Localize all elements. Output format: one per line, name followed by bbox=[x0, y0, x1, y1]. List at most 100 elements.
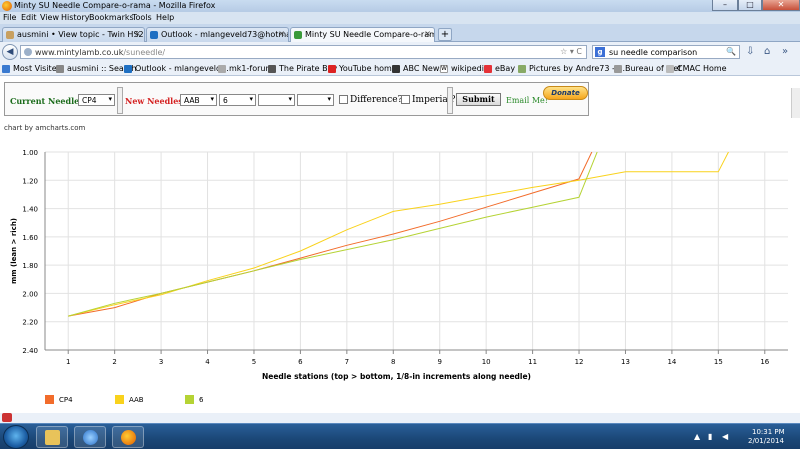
firefox-icon bbox=[2, 1, 12, 11]
url-bar[interactable]: www.mintylamb.co.uk/suneedle/ ☆ ▾ C bbox=[20, 45, 587, 59]
taskbar-explorer[interactable] bbox=[36, 426, 68, 448]
new-needles-label: New Needles: bbox=[125, 96, 186, 106]
bookmark-outlook[interactable]: Outlook - mlangeveld... bbox=[124, 64, 229, 73]
difference-label: Difference? bbox=[350, 95, 403, 105]
bookmark-abc-news[interactable]: ABC News bbox=[392, 64, 444, 73]
x-tick-label: 14 bbox=[667, 358, 676, 366]
series-line-aab bbox=[68, 152, 730, 317]
minimize-button[interactable]: – bbox=[712, 0, 738, 11]
folder-icon bbox=[45, 430, 60, 445]
menu-view[interactable]: View bbox=[40, 13, 59, 22]
maximize-button[interactable]: □ bbox=[738, 0, 762, 11]
x-tick-label: 4 bbox=[205, 358, 210, 366]
x-tick-label: 9 bbox=[437, 358, 441, 366]
url-bar-controls[interactable]: ☆ ▾ C bbox=[560, 47, 582, 56]
x-tick-label: 8 bbox=[391, 358, 395, 366]
bookmark-cmac[interactable]: CMAC Home bbox=[666, 64, 727, 73]
new-needle-3-select[interactable]: ▾ bbox=[258, 94, 295, 106]
bookmark-most-visited[interactable]: Most Visited bbox=[2, 64, 62, 73]
current-needle-label: Current Needle: bbox=[10, 96, 83, 106]
new-needle-4-select[interactable]: ▾ bbox=[297, 94, 334, 106]
submit-button[interactable]: Submit bbox=[456, 93, 501, 106]
x-tick-label: 1 bbox=[66, 358, 70, 366]
download-icon[interactable]: ⇩ bbox=[746, 46, 754, 57]
y-tick-label: 1.40 bbox=[22, 206, 38, 214]
tab-label: Minty SU Needle Compare-o-rama bbox=[305, 30, 435, 39]
menu-edit[interactable]: Edit bbox=[21, 13, 37, 22]
tab-ausmini[interactable]: ausmini • View topic - Twin HS2 1.5" ...… bbox=[2, 27, 145, 42]
current-needle-select[interactable]: CP4 ▾ bbox=[78, 94, 115, 106]
y-tick-label: 1.60 bbox=[22, 234, 38, 242]
bookmark-pictures[interactable]: Pictures by Andre73 - ... bbox=[518, 64, 625, 73]
scrollbar[interactable] bbox=[791, 88, 800, 118]
network-icon[interactable]: ▮ bbox=[708, 432, 716, 441]
tab-close-icon[interactable]: × bbox=[134, 29, 141, 38]
legend-label: 6 bbox=[199, 396, 204, 404]
close-button[interactable]: ✕ bbox=[762, 0, 800, 11]
search-input[interactable]: g su needle comparison 🔍 bbox=[592, 45, 740, 59]
tab-minty[interactable]: Minty SU Needle Compare-o-rama × bbox=[290, 27, 435, 43]
globe-icon bbox=[24, 48, 32, 56]
volume-icon[interactable]: ◀ bbox=[722, 432, 730, 441]
google-icon[interactable]: g bbox=[595, 47, 605, 57]
taskbar-itunes[interactable] bbox=[74, 426, 106, 448]
bookmark-mk1-forum[interactable]: mk1-forum bbox=[218, 64, 273, 73]
tab-outlook[interactable]: Outlook - mlangeveld73@hotmail.com × bbox=[146, 27, 289, 42]
chevron-down-icon: ▾ bbox=[108, 95, 112, 103]
tab-close-icon[interactable]: × bbox=[278, 29, 285, 38]
bookmark-pirate-bay[interactable]: The Pirate Bay bbox=[268, 64, 337, 73]
overflow-icon[interactable]: » bbox=[782, 46, 788, 57]
difference-checkbox[interactable] bbox=[339, 95, 348, 104]
tab-close-icon[interactable]: × bbox=[424, 29, 431, 38]
back-button[interactable]: ◀ bbox=[2, 44, 18, 60]
abc-icon bbox=[392, 65, 400, 73]
taskbar-firefox[interactable] bbox=[112, 426, 144, 448]
x-tick-label: 16 bbox=[760, 358, 769, 366]
menu-file[interactable]: File bbox=[3, 13, 16, 22]
bookmark-ebay[interactable]: eBay bbox=[484, 64, 515, 73]
outlook-icon bbox=[124, 65, 132, 73]
bookmark-wikipedia[interactable]: Wwikipedia bbox=[440, 64, 489, 73]
chevron-down-icon: ▾ bbox=[249, 95, 253, 103]
legend-label: CP4 bbox=[59, 396, 73, 404]
outlook-icon bbox=[150, 31, 158, 39]
new-needle-2-select[interactable]: 6 ▾ bbox=[219, 94, 256, 106]
clock-time[interactable]: 10:31 PM bbox=[752, 428, 785, 436]
tray-expand-icon[interactable]: ▲ bbox=[694, 432, 702, 441]
menu-bookmarks[interactable]: Bookmarks bbox=[89, 13, 134, 22]
new-tab-button[interactable]: + bbox=[438, 28, 452, 41]
y-axis-label: mm (lean > rich) bbox=[10, 218, 18, 284]
x-axis-label: Needle stations (top > bottom, 1/8-in in… bbox=[262, 372, 531, 381]
legend-swatch bbox=[185, 395, 194, 404]
x-tick-label: 13 bbox=[621, 358, 630, 366]
legend-label: AAB bbox=[129, 396, 144, 404]
legend-swatch bbox=[45, 395, 54, 404]
email-me-link[interactable]: Email Me! bbox=[506, 96, 548, 105]
ebay-icon bbox=[484, 65, 492, 73]
home-icon[interactable]: ⌂ bbox=[764, 46, 770, 57]
windows-start-icon[interactable] bbox=[3, 425, 29, 449]
page-icon bbox=[666, 65, 674, 73]
nav-bar: ◀ www.mintylamb.co.uk/suneedle/ ☆ ▾ C g … bbox=[0, 42, 800, 62]
bookmark-youtube[interactable]: YouTube home bbox=[328, 64, 397, 73]
search-icon[interactable]: 🔍 bbox=[726, 47, 736, 56]
menu-bar: File Edit View History Bookmarks Tools H… bbox=[0, 12, 800, 24]
ausmini-icon bbox=[56, 65, 64, 73]
adblock-icon[interactable] bbox=[2, 413, 12, 422]
x-tick-label: 10 bbox=[482, 358, 491, 366]
divider bbox=[447, 87, 453, 114]
clock-date[interactable]: 2/01/2014 bbox=[748, 437, 784, 445]
new-needle-1-select[interactable]: AAB ▾ bbox=[180, 94, 217, 106]
menu-tools[interactable]: Tools bbox=[132, 13, 152, 22]
divider bbox=[117, 87, 123, 114]
menu-history[interactable]: History bbox=[61, 13, 89, 22]
legend-swatch bbox=[115, 395, 124, 404]
minty-icon bbox=[294, 31, 302, 39]
donate-button[interactable]: Donate bbox=[543, 86, 588, 100]
x-tick-label: 15 bbox=[714, 358, 723, 366]
imperial-checkbox[interactable] bbox=[401, 95, 410, 104]
x-tick-label: 5 bbox=[252, 358, 256, 366]
menu-help[interactable]: Help bbox=[156, 13, 174, 22]
firefox-icon bbox=[121, 430, 136, 445]
x-tick-label: 2 bbox=[112, 358, 116, 366]
